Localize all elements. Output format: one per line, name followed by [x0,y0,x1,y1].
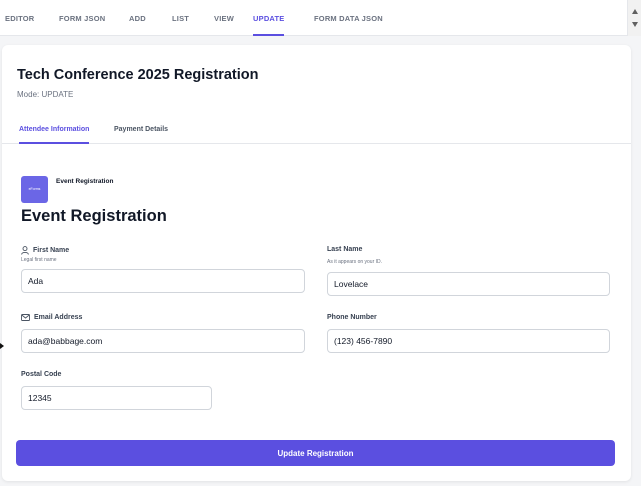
update-registration-button[interactable]: Update Registration [16,440,615,466]
envelope-icon [21,314,30,321]
user-icon [21,246,29,255]
form-mode: Mode: UPDATE [17,90,74,99]
tab-view[interactable]: VIEW [214,0,234,36]
first-name-label: First Name [21,246,69,255]
tab-attendee-information[interactable]: Attendee Information [19,126,90,144]
last-name-input[interactable] [327,272,610,296]
top-navigation: EDITOR FORM JSON ADD LIST VIEW UPDATE FO… [0,0,641,36]
form-title: Tech Conference 2025 Registration [17,67,259,83]
last-name-help: As it appears on your ID. [327,259,383,265]
form-tabs: Attendee Information Payment Details [2,122,631,144]
first-name-help: Legal first name [21,257,57,263]
last-name-label: Last Name [327,246,362,253]
scroll-down-arrow-icon[interactable] [632,22,638,27]
tab-payment-details[interactable]: Payment Details [114,126,168,144]
mouse-pointer-icon [0,343,4,349]
first-name-label-text: First Name [33,247,70,254]
section-title: Event Registration [21,207,167,225]
form-logo: eForms [21,176,48,203]
phone-label-text: Phone Number [327,314,377,321]
tab-update[interactable]: UPDATE [253,0,285,36]
email-label-text: Email Address [34,314,83,321]
tab-form-json[interactable]: FORM JSON [59,0,105,36]
postal-label-text: Postal Code [21,371,62,378]
postal-input[interactable] [21,386,212,410]
phone-label: Phone Number [327,314,377,321]
scroll-up-arrow-icon[interactable] [632,9,638,14]
scrollbar[interactable] [627,0,641,36]
tab-form-data-json[interactable]: FORM DATA JSON [314,0,383,36]
tab-list[interactable]: LIST [172,0,189,36]
form-card: Tech Conference 2025 Registration Mode: … [2,45,631,481]
tab-add[interactable]: ADD [129,0,146,36]
logo-label: Event Registration [56,178,114,185]
phone-input[interactable] [327,329,610,353]
email-label: Email Address [21,314,82,321]
tab-editor[interactable]: EDITOR [5,0,34,36]
email-input[interactable] [21,329,305,353]
postal-label: Postal Code [21,371,61,378]
last-name-label-text: Last Name [327,246,363,253]
first-name-input[interactable] [21,269,305,293]
